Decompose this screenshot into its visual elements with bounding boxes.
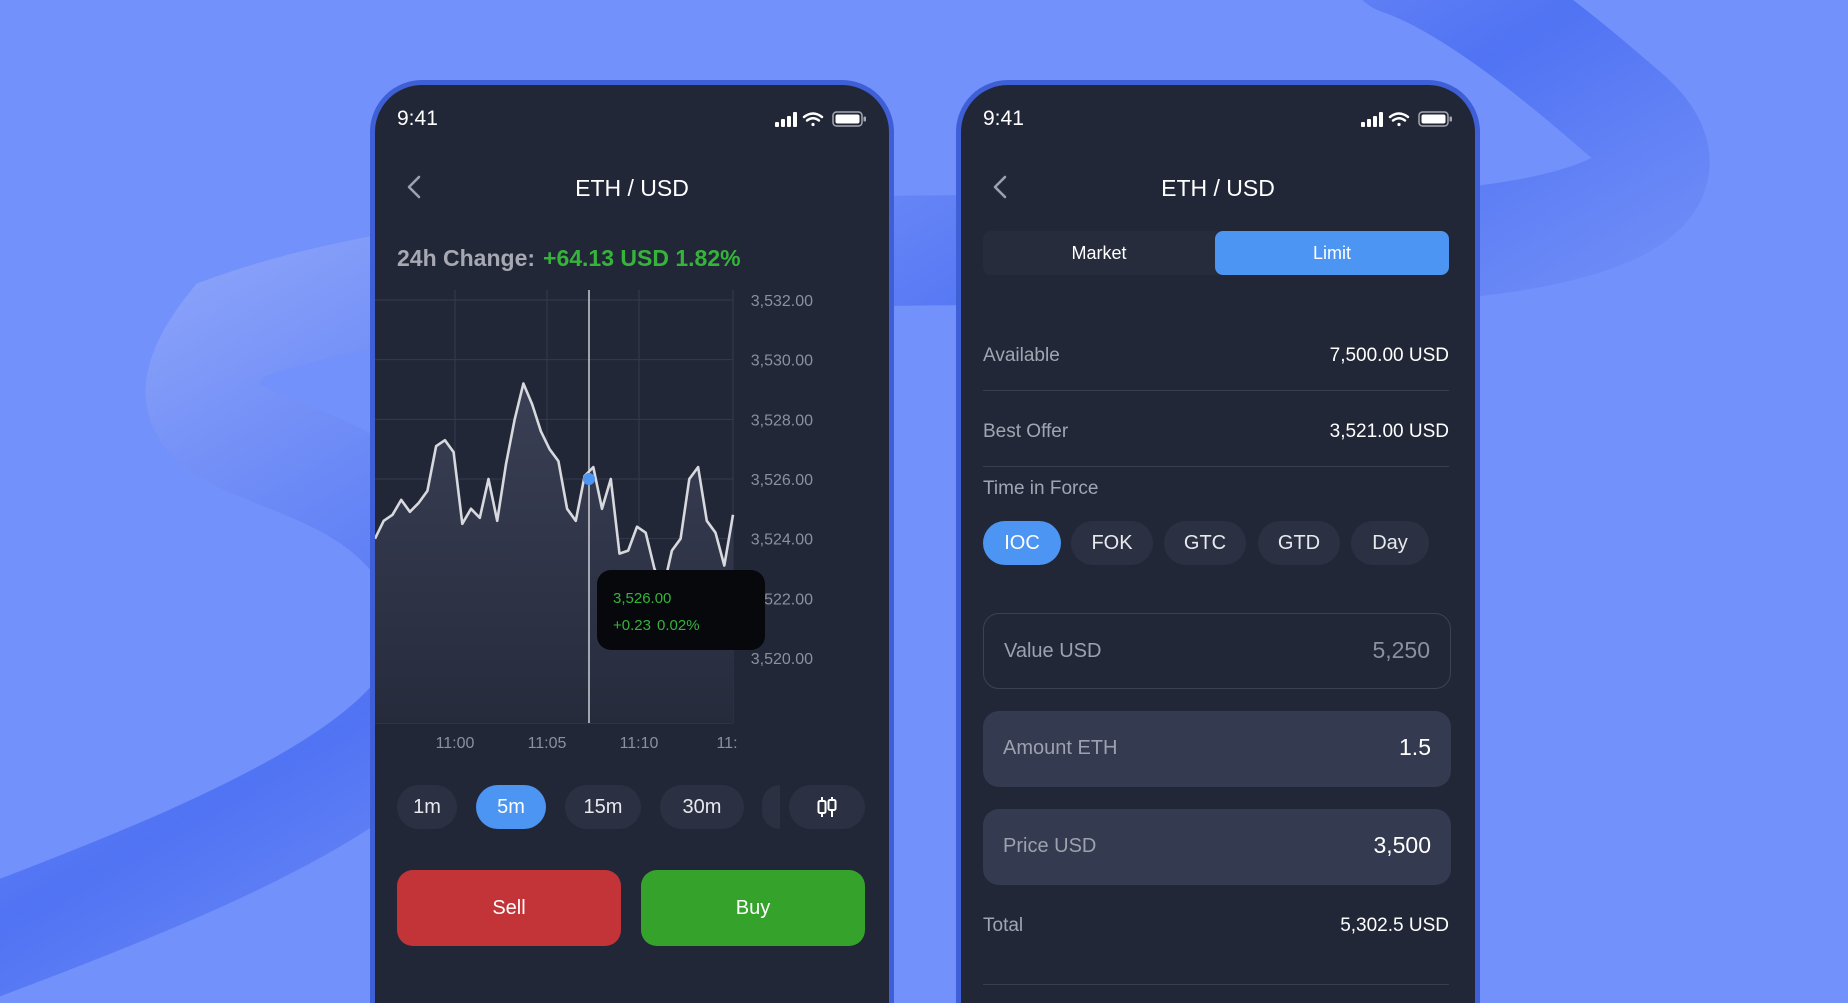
- status-bar: 9:41: [961, 85, 1475, 155]
- amount-eth-field[interactable]: Amount ETH 1.5: [983, 711, 1451, 787]
- chart-type-toggle[interactable]: [789, 785, 865, 829]
- battery-icon: [1418, 111, 1452, 127]
- status-bar: 9:41: [375, 85, 889, 155]
- background-swirl: [0, 0, 1710, 997]
- x-tick-label: 11:10: [620, 735, 659, 752]
- value-usd-label: Value USD: [1004, 640, 1102, 662]
- tif-fok[interactable]: FOK: [1071, 521, 1153, 565]
- available-label: Available: [983, 345, 1060, 366]
- sell-button[interactable]: Sell: [397, 870, 621, 946]
- tab-market[interactable]: Market: [983, 231, 1215, 275]
- timeframe-5m[interactable]: 5m: [476, 785, 546, 829]
- price-chart[interactable]: 3,532.00 3,530.00 3,528.00 3,526.00 3,524.00…: [375, 290, 889, 850]
- y-tick-label: 3,524.00: [751, 532, 813, 549]
- x-tick-label: 11:: [716, 735, 737, 752]
- tooltip-change: +0.23: [613, 617, 651, 634]
- best-offer-label: Best Offer: [983, 421, 1069, 442]
- value-usd-field[interactable]: Value USD 5,250: [983, 613, 1451, 689]
- tif-day[interactable]: Day: [1351, 521, 1429, 565]
- signal-icon: [1361, 112, 1383, 127]
- price-usd-label: Price USD: [1003, 835, 1097, 857]
- tab-limit[interactable]: Limit: [1215, 231, 1449, 275]
- y-tick-label: 3,530.00: [751, 353, 813, 370]
- y-tick-label: 3,526.00: [751, 472, 813, 489]
- y-tick-label: 3,532.00: [751, 293, 813, 310]
- y-tick-label: 3,520.00: [751, 651, 813, 668]
- price-usd-field[interactable]: Price USD 3,500: [983, 809, 1451, 885]
- x-tick-label: 11:05: [528, 735, 567, 752]
- time-in-force-label: Time in Force: [983, 478, 1099, 499]
- buy-button[interactable]: Buy: [641, 870, 865, 946]
- tooltip-price: 3,526.00: [613, 590, 671, 607]
- nav-bar: ETH / USD: [961, 161, 1475, 215]
- status-time: 9:41: [983, 107, 1024, 130]
- timeframe-1m[interactable]: 1m: [397, 785, 457, 829]
- change-label: 24h Change:: [397, 245, 536, 271]
- amount-eth-label: Amount ETH: [1003, 737, 1118, 759]
- timeframe-30m[interactable]: 30m: [660, 785, 744, 829]
- best-offer-row: Best Offer 3,521.00 USD: [983, 397, 1449, 467]
- x-tick-label: 11:00: [436, 735, 475, 752]
- tif-ioc[interactable]: IOC: [983, 521, 1061, 565]
- status-time: 9:41: [397, 107, 438, 130]
- tif-gtc[interactable]: GTC: [1164, 521, 1246, 565]
- available-row: Available 7,500.00 USD: [983, 321, 1449, 391]
- nav-bar: ETH / USD: [375, 161, 889, 215]
- 24h-change: 24h Change: +64.13 USD 1.82%: [397, 245, 741, 272]
- best-offer-value: 3,521.00 USD: [1329, 421, 1449, 442]
- tooltip-change-pct: 0.02%: [657, 617, 700, 634]
- page-title: ETH / USD: [1161, 175, 1275, 201]
- amount-eth-input[interactable]: 1.5: [1399, 734, 1431, 761]
- total-label: Total: [983, 915, 1024, 936]
- crosshair-point: [583, 473, 595, 485]
- page-title: ETH / USD: [575, 175, 689, 201]
- candlestick-icon: [817, 797, 837, 817]
- wifi-icon: [1388, 112, 1410, 127]
- battery-icon: [832, 111, 866, 127]
- total-value: 5,302.5 USD: [1340, 915, 1449, 936]
- tif-gtd[interactable]: GTD: [1258, 521, 1340, 565]
- y-tick-label: 3,528.00: [751, 412, 813, 429]
- signal-icon: [775, 112, 797, 127]
- price-tooltip: 3,526.00 +0.23 0.02%: [597, 570, 765, 650]
- order-type-toggle: Market Limit: [983, 231, 1449, 275]
- available-value: 7,500.00 USD: [1329, 345, 1449, 366]
- price-area-fill: [375, 383, 733, 723]
- limit-order-screen: 9:41 ETH / USD Market Limit Available 7,…: [956, 80, 1480, 1003]
- timeframe-more[interactable]: [762, 785, 780, 829]
- value-usd-input[interactable]: 5,250: [1372, 637, 1430, 664]
- wifi-icon: [802, 112, 824, 127]
- timeframe-15m[interactable]: 15m: [565, 785, 641, 829]
- timeframe-selector: 1m 5m 15m 30m: [375, 785, 889, 833]
- change-value: +64.13 USD 1.82%: [543, 245, 741, 271]
- price-usd-input[interactable]: 3,500: [1373, 832, 1431, 859]
- price-chart-screen: 9:41 ETH / USD 24h Change: +64.13 USD 1.8…: [370, 80, 894, 1003]
- total-row: Total 5,302.5 USD: [983, 915, 1449, 985]
